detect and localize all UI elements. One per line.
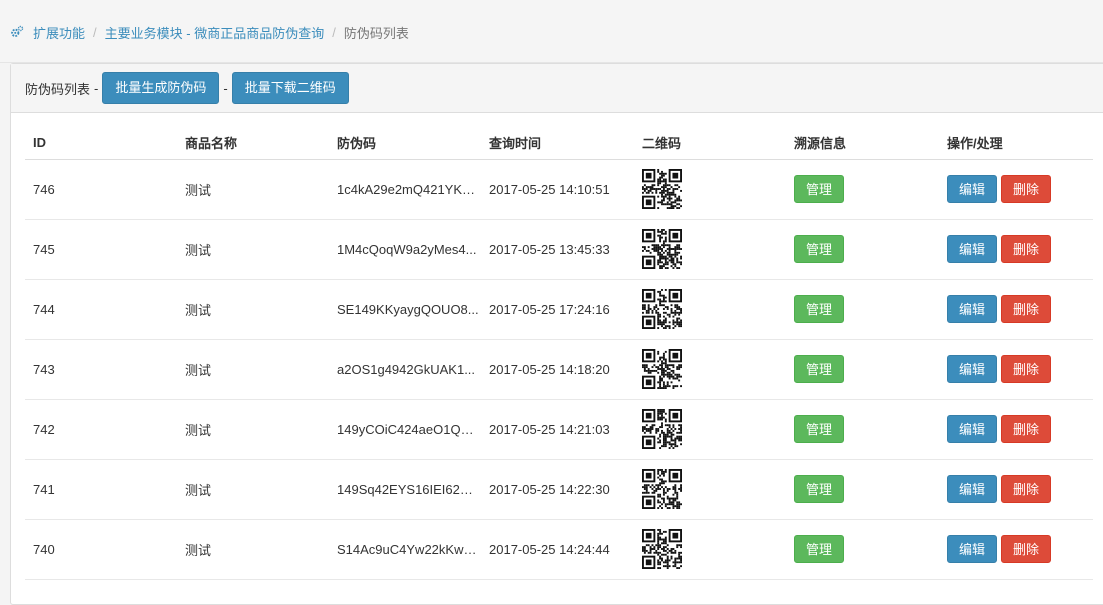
panel-title: 防伪码列表 (25, 81, 91, 97)
cell-code: 1M4cQoqW9a2yMes4... (337, 242, 477, 258)
cell-query-time: 2017-05-25 14:24:44 (489, 541, 610, 557)
cell-id: 741 (33, 481, 55, 497)
code-table: ID 商品名称 防伪码 查询时间 二维码 溯源信息 操作/处理 746 测试 1… (25, 126, 1093, 580)
cell-id: 744 (33, 301, 55, 317)
table-row: 740 测试 S14Ac9uC4Yw22kKw1... 2017-05-25 1… (25, 519, 1093, 579)
breadcrumb-separator: / (332, 24, 336, 40)
table-row: 746 测试 1c4kA29e2mQ421YK6... 2017-05-25 1… (25, 159, 1093, 219)
delete-button[interactable]: 删除 (1001, 175, 1052, 203)
table-row: 744 测试 SE149KKyaygQOUO8... 2017-05-25 17… (25, 279, 1093, 339)
manage-button[interactable]: 管理 (794, 235, 845, 263)
qr-code-image[interactable] (642, 289, 682, 329)
cell-code: 149Sq42EYS16IEI62C... (337, 482, 479, 498)
header-actions: 操作/处理 (947, 135, 1003, 151)
cell-query-time: 2017-05-25 13:45:33 (489, 241, 610, 257)
edit-button[interactable]: 编辑 (947, 355, 998, 383)
breadcrumb-link-module[interactable]: 主要业务模块 - 微商正品商品防伪查询 (105, 23, 325, 42)
delete-button[interactable]: 删除 (1001, 415, 1052, 443)
qr-code-image[interactable] (642, 469, 682, 509)
header-id: ID (33, 134, 46, 150)
cell-code: 149yCOiC424aeO1Qw... (337, 422, 479, 438)
button-separator: - (223, 80, 228, 96)
table-row: 743 测试 a2OS1g4942GkUAK1... 2017-05-25 14… (25, 339, 1093, 399)
edit-button[interactable]: 编辑 (947, 235, 998, 263)
cell-product-name: 测试 (185, 542, 212, 558)
breadcrumb-separator: / (93, 24, 97, 40)
cell-id: 743 (33, 361, 55, 377)
edit-button[interactable]: 编辑 (947, 175, 998, 203)
delete-button[interactable]: 删除 (1001, 355, 1052, 383)
cell-query-time: 2017-05-25 14:21:03 (489, 421, 610, 437)
header-product-name: 商品名称 (185, 135, 238, 151)
table-row: 745 测试 1M4cQoqW9a2yMes4... 2017-05-25 13… (25, 219, 1093, 279)
delete-button[interactable]: 删除 (1001, 535, 1052, 563)
cell-product-name: 测试 (185, 242, 212, 258)
edit-button[interactable]: 编辑 (947, 535, 998, 563)
delete-button[interactable]: 删除 (1001, 475, 1052, 503)
batch-download-qr-button[interactable]: 批量下载二维码 (231, 72, 349, 104)
manage-button[interactable]: 管理 (794, 415, 845, 443)
edit-button[interactable]: 编辑 (947, 475, 998, 503)
cell-id: 742 (33, 421, 55, 437)
qr-code-image[interactable] (642, 409, 682, 449)
cell-id: 746 (33, 181, 55, 197)
manage-button[interactable]: 管理 (794, 175, 845, 203)
cell-product-name: 测试 (185, 422, 212, 438)
cell-query-time: 2017-05-25 14:22:30 (489, 481, 610, 497)
cell-query-time: 2017-05-25 14:10:51 (489, 181, 610, 197)
header-trace-info: 溯源信息 (794, 135, 847, 151)
edit-button[interactable]: 编辑 (947, 415, 998, 443)
code-list-panel: 防伪码列表 - 批量生成防伪码 - 批量下载二维码 ID 商品名称 防伪码 查询… (10, 63, 1103, 605)
manage-button[interactable]: 管理 (794, 475, 845, 503)
cell-product-name: 测试 (185, 482, 212, 498)
breadcrumb-link-extensions[interactable]: 扩展功能 (33, 23, 85, 42)
title-separator: - (94, 80, 99, 96)
breadcrumb: 扩展功能 / 主要业务模块 - 微商正品商品防伪查询 / 防伪码列表 (10, 23, 409, 41)
header-qr-code: 二维码 (642, 135, 682, 151)
cell-id: 745 (33, 241, 55, 257)
manage-button[interactable]: 管理 (794, 295, 845, 323)
header-query-time: 查询时间 (489, 135, 542, 151)
panel-header: 防伪码列表 - 批量生成防伪码 - 批量下载二维码 (11, 64, 1103, 113)
cell-code: SE149KKyaygQOUO8... (337, 302, 479, 318)
qr-code-image[interactable] (642, 349, 682, 389)
delete-button[interactable]: 删除 (1001, 295, 1052, 323)
batch-generate-button[interactable]: 批量生成防伪码 (102, 72, 220, 104)
table-row: 742 测试 149yCOiC424aeO1Qw... 2017-05-25 1… (25, 399, 1093, 459)
cell-code: 1c4kA29e2mQ421YK6... (337, 182, 479, 198)
breadcrumb-current: 防伪码列表 (343, 25, 409, 41)
cell-product-name: 测试 (185, 362, 212, 378)
cell-code: a2OS1g4942GkUAK1... (337, 362, 476, 378)
cell-product-name: 测试 (185, 302, 212, 318)
cell-id: 740 (33, 541, 55, 557)
cell-query-time: 2017-05-25 17:24:16 (489, 301, 610, 317)
delete-button[interactable]: 删除 (1001, 235, 1052, 263)
header-code: 防伪码 (337, 135, 377, 151)
edit-button[interactable]: 编辑 (947, 295, 998, 323)
cogs-icon (11, 25, 24, 37)
breadcrumb-bar: 扩展功能 / 主要业务模块 - 微商正品商品防伪查询 / 防伪码列表 (0, 0, 1103, 63)
table-header-row: ID 商品名称 防伪码 查询时间 二维码 溯源信息 操作/处理 (25, 126, 1093, 159)
cell-code: S14Ac9uC4Yw22kKw1... (337, 542, 479, 558)
qr-code-image[interactable] (642, 529, 682, 569)
cell-query-time: 2017-05-25 14:18:20 (489, 361, 610, 377)
manage-button[interactable]: 管理 (794, 355, 845, 383)
qr-code-image[interactable] (642, 169, 682, 209)
table-row: 741 测试 149Sq42EYS16IEI62C... 2017-05-25 … (25, 459, 1093, 519)
qr-code-image[interactable] (642, 229, 682, 269)
manage-button[interactable]: 管理 (794, 535, 845, 563)
cell-product-name: 测试 (185, 182, 212, 198)
